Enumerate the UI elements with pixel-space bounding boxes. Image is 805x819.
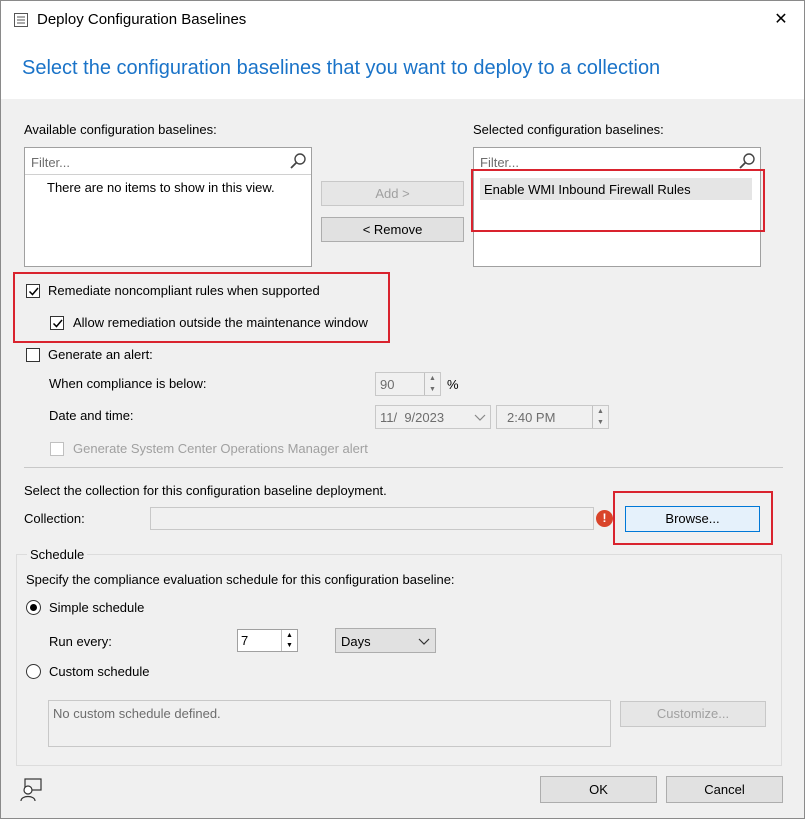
date-picker[interactable]: 11/ 9/2023 (375, 405, 491, 429)
ok-button[interactable]: OK (540, 776, 657, 803)
collection-field (150, 507, 594, 530)
spin-up-icon[interactable]: ▲ (593, 406, 608, 417)
scom-alert-checkbox[interactable] (50, 442, 64, 456)
error-icon: ! (596, 510, 613, 527)
highlight-selected (471, 169, 765, 232)
generate-alert-label[interactable]: Generate an alert: (48, 347, 153, 362)
unit-select[interactable]: Days (335, 628, 436, 653)
divider (24, 467, 783, 468)
collection-instruction: Select the collection for this configura… (24, 483, 387, 498)
custom-schedule-label[interactable]: Custom schedule (49, 664, 149, 679)
title-bar: Deploy Configuration Baselines ✕ (1, 1, 804, 39)
run-every-label: Run every: (49, 634, 112, 649)
customize-button[interactable]: Customize... (620, 701, 766, 727)
available-empty-text: There are no items to show in this view. (47, 180, 275, 195)
compliance-spin[interactable]: ▲ ▼ (424, 373, 440, 395)
close-icon[interactable]: ✕ (769, 9, 793, 29)
user-feedback-icon[interactable] (18, 777, 44, 803)
selected-filter-input[interactable]: Filter... (480, 155, 519, 170)
spin-down-icon[interactable]: ▼ (425, 384, 440, 395)
header-banner: Select the configuration baselines that … (1, 39, 804, 99)
time-value[interactable]: 2:40 PM (507, 410, 555, 425)
simple-schedule-label[interactable]: Simple schedule (49, 600, 144, 615)
generate-alert-checkbox[interactable] (26, 348, 40, 362)
cancel-button[interactable]: Cancel (666, 776, 783, 803)
chevron-down-icon[interactable] (418, 638, 430, 646)
selected-label: Selected configuration baselines: (473, 122, 664, 137)
page-heading: Select the configuration baselines that … (22, 57, 661, 79)
schedule-instruction: Specify the compliance evaluation schedu… (26, 572, 455, 587)
dialog-icon (14, 13, 28, 27)
compliance-value[interactable]: 90 (380, 377, 394, 392)
available-list[interactable]: Filter... There are no items to show in … (24, 147, 312, 267)
window-title: Deploy Configuration Baselines (37, 11, 247, 28)
available-filter[interactable]: Filter... (25, 148, 311, 175)
remove-button[interactable]: < Remove (321, 217, 464, 242)
custom-schedule-box: No custom schedule defined. (48, 700, 611, 747)
compliance-label: When compliance is below: (49, 376, 207, 391)
custom-schedule-text: No custom schedule defined. (53, 706, 221, 721)
time-picker[interactable]: 2:40 PM ▲ ▼ (496, 405, 609, 429)
scom-alert-label: Generate System Center Operations Manage… (73, 441, 368, 456)
run-every-value[interactable]: 7 (241, 633, 248, 648)
percent-label: % (447, 377, 459, 392)
custom-schedule-radio[interactable] (26, 664, 41, 679)
spin-down-icon[interactable]: ▼ (593, 417, 608, 428)
spin-down-icon[interactable]: ▼ (282, 641, 297, 652)
highlight-remediate (13, 272, 390, 343)
datetime-label: Date and time: (49, 408, 134, 423)
run-every-stepper[interactable]: 7 ▲ ▼ (237, 629, 298, 652)
search-icon[interactable] (738, 152, 756, 170)
unit-value[interactable]: Days (341, 634, 371, 649)
available-label: Available configuration baselines: (24, 122, 217, 137)
schedule-group-label: Schedule (27, 547, 88, 562)
date-value[interactable]: 11/ 9/2023 (380, 410, 444, 425)
dialog-window: Deploy Configuration Baselines ✕ Select … (0, 0, 805, 819)
time-spin[interactable]: ▲ ▼ (592, 406, 608, 428)
simple-schedule-radio[interactable] (26, 600, 41, 615)
collection-label: Collection: (24, 511, 85, 526)
available-filter-input[interactable]: Filter... (31, 155, 70, 170)
spin-up-icon[interactable]: ▲ (425, 373, 440, 384)
spin-up-icon[interactable]: ▲ (282, 630, 297, 641)
add-button[interactable]: Add > (321, 181, 464, 206)
search-icon[interactable] (289, 152, 307, 170)
chevron-down-icon[interactable] (474, 414, 486, 422)
highlight-browse (613, 491, 773, 545)
run-every-spin[interactable]: ▲ ▼ (281, 630, 297, 651)
compliance-stepper[interactable]: 90 ▲ ▼ (375, 372, 441, 396)
